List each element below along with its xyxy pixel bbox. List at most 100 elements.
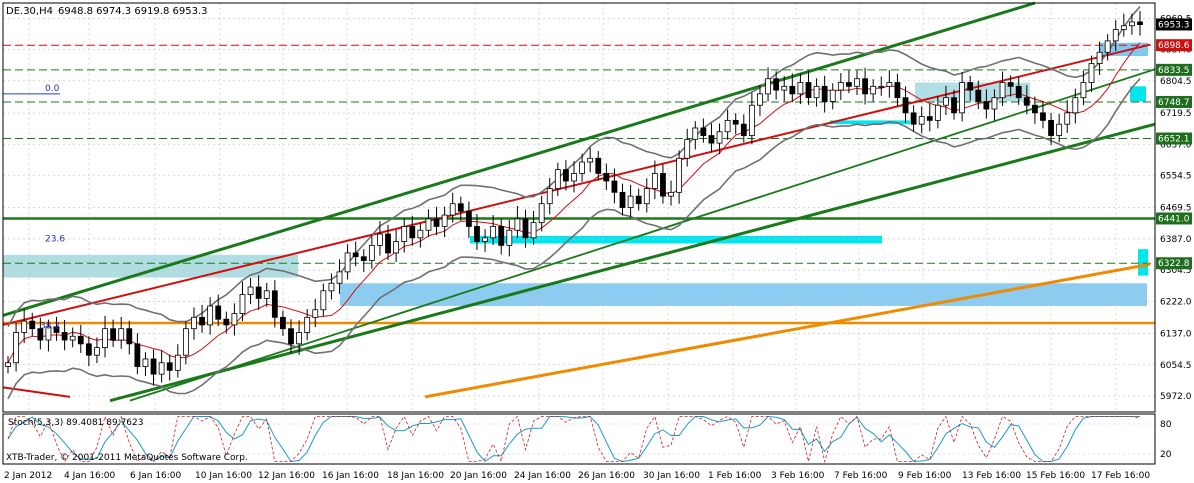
candle-body: [288, 328, 294, 345]
candle-body: [61, 332, 68, 341]
y-tick-label: 6137.0: [1160, 330, 1192, 340]
candle-body: [918, 116, 925, 125]
candle-body: [150, 358, 157, 375]
candle-body: [328, 282, 335, 292]
candle-body: [21, 320, 28, 333]
zone-cyan-right2: [1130, 86, 1146, 102]
candle-body: [490, 226, 497, 239]
candle-body: [5, 362, 11, 367]
candle-body: [1064, 112, 1071, 125]
x-tick-label: 18 Jan 16:00: [387, 471, 444, 481]
candle-body: [716, 131, 723, 144]
candle-body: [85, 343, 92, 356]
candle-body: [1129, 21, 1135, 27]
candle-body: [449, 203, 456, 216]
price-tag-label: 6441.0: [1158, 214, 1190, 224]
candle-body: [191, 316, 197, 330]
x-tick-label: 30 Jan 16:00: [643, 471, 700, 481]
candle-body: [474, 226, 480, 242]
zone-cyan-right: [1138, 249, 1148, 276]
candle-body: [797, 82, 804, 95]
price-tag-label: 6898.6: [1158, 41, 1190, 51]
candle-body: [409, 226, 416, 239]
candle-body: [975, 89, 982, 102]
candle-body: [829, 89, 836, 102]
fib-label: 38.2: [40, 322, 60, 332]
y-tick-label: 6469.5: [1160, 204, 1192, 214]
candle-body: [441, 214, 448, 227]
y-tick-label: 6804.5: [1160, 77, 1192, 87]
candle-body: [280, 316, 286, 330]
candle-body: [158, 362, 165, 375]
candle-body: [296, 332, 302, 345]
y-tick-label: 6719.5: [1160, 109, 1192, 119]
candle-body: [951, 97, 957, 114]
candle-body: [538, 203, 545, 224]
candle-body: [110, 328, 117, 341]
fib-label: 0.0: [45, 84, 60, 94]
candle-body: [635, 195, 642, 205]
candle-body: [231, 313, 238, 326]
candle-body: [255, 286, 262, 299]
price-chart[interactable]: 8020 6969.56887.06804.56719.56637.06554.…: [0, 0, 1194, 483]
candle-body: [312, 309, 319, 318]
candle-body: [199, 316, 205, 326]
candle-body: [894, 82, 901, 99]
ohlc-readout: 6948.8 6974.3 6919.8 6953.3: [58, 6, 208, 17]
candle-body: [708, 135, 715, 144]
candle-body: [344, 252, 351, 273]
candle-body: [813, 85, 820, 99]
candle-body: [684, 138, 691, 159]
x-tick-label: 10 Jan 16:00: [195, 471, 252, 481]
candle-body: [77, 335, 84, 345]
trend-lines: [2, 1, 1156, 403]
x-tick-label: 24 Jan 16:00: [514, 471, 571, 481]
price-tag-label: 6652.1: [1158, 135, 1190, 145]
candle-body: [619, 191, 626, 208]
bollinger-bands: [7, 6, 1141, 400]
x-tick-label: 16 Jan 16:00: [322, 471, 379, 481]
candle-body: [207, 305, 214, 326]
candle-body: [514, 218, 521, 231]
x-tick-label: 4 Jan 16:00: [64, 471, 116, 481]
candle-body: [991, 97, 998, 110]
candle-body: [457, 203, 464, 212]
candle-body: [603, 173, 610, 182]
candle-body: [239, 294, 246, 314]
candle-body: [1048, 119, 1054, 136]
candle-body: [1096, 51, 1103, 64]
candle-body: [999, 82, 1006, 99]
candle-body: [368, 244, 375, 261]
candle-body: [878, 85, 885, 88]
candle-body: [360, 256, 367, 261]
candle-body: [773, 78, 780, 91]
candle-body: [166, 362, 173, 371]
x-tick-label: 17 Feb 16:00: [1091, 471, 1150, 481]
candle-body: [134, 343, 141, 367]
candle-body: [336, 271, 343, 284]
candle-body: [1104, 40, 1111, 53]
candle-body: [821, 85, 828, 102]
candle-body: [377, 233, 383, 246]
x-tick-label: 15 Feb 16:00: [1026, 471, 1085, 481]
channel-mid: [129, 68, 1156, 402]
candle-body: [934, 104, 941, 121]
candle-body: [263, 290, 270, 299]
x-tick-label: 6 Jan 16:00: [130, 471, 182, 481]
x-tick-label: 2 Jan 2012: [4, 471, 52, 481]
candle-body: [643, 188, 650, 205]
candle-body: [142, 358, 149, 367]
price-tag-label: 6748.7: [1158, 98, 1190, 108]
candlesticks: [5, 10, 1143, 386]
candle-body: [967, 82, 974, 91]
candle-body: [943, 97, 949, 106]
candle-body: [1137, 21, 1143, 25]
candle-body: [393, 241, 400, 254]
candle-body: [425, 218, 432, 231]
candle-body: [781, 85, 788, 91]
candle-body: [902, 97, 909, 114]
price-tag-label: 6953.3: [1158, 20, 1190, 30]
candle-body: [13, 332, 19, 364]
candle-body: [465, 210, 472, 227]
candle-body: [765, 78, 771, 95]
